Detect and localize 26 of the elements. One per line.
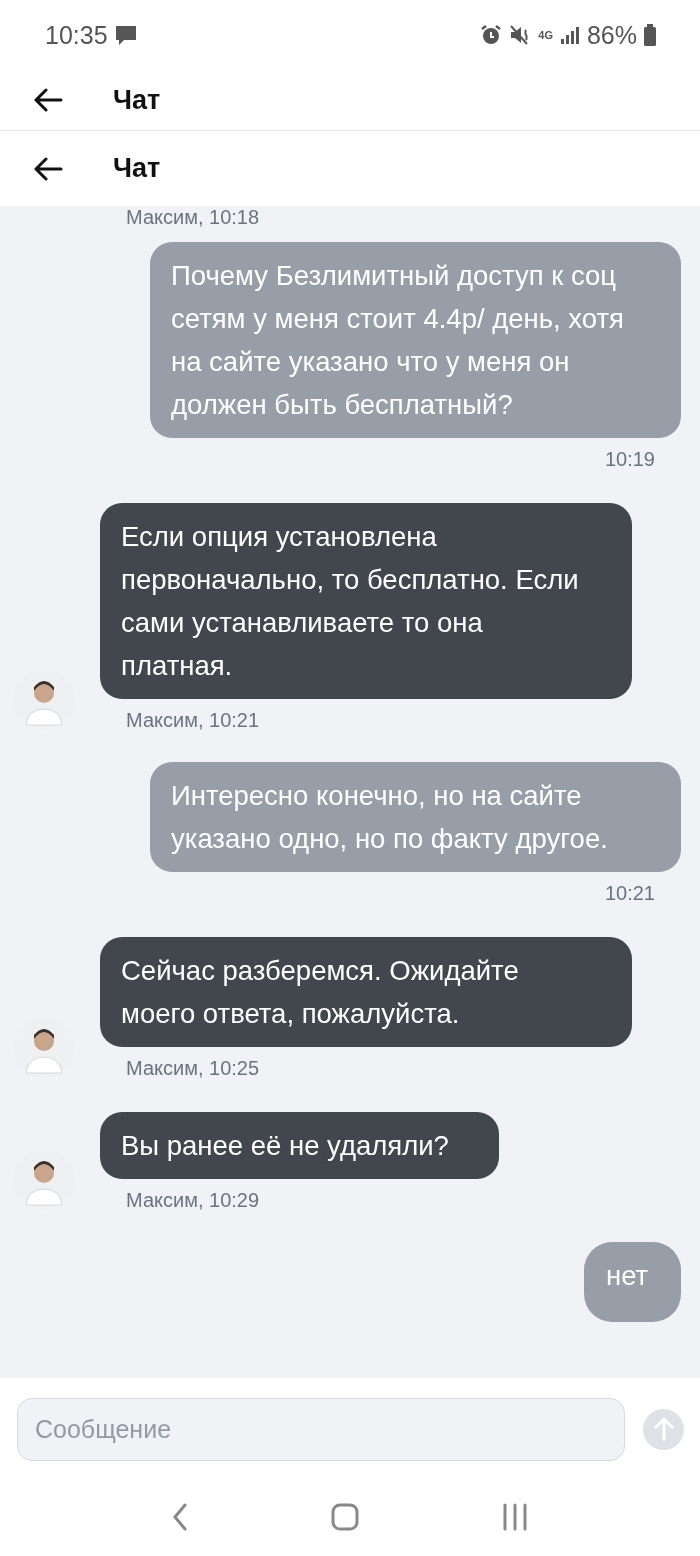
message-meta: Максим, 10:21: [126, 709, 261, 732]
message-bubble: Почему Безлимитный доступ к соц сетям у меня стоит 4.4р/ день, хотя на сайте указано что у меня он должен быть бесплатный?: [150, 242, 681, 438]
back-button[interactable]: [33, 156, 63, 181]
battery-icon: [644, 24, 656, 46]
message-bubble: Интересно конечно, но на сайте указано одно, но по факту другое.: [150, 762, 681, 872]
screen-title: Чат: [113, 153, 161, 184]
message-bubble: нет: [584, 1242, 681, 1322]
home-button[interactable]: [331, 1502, 359, 1534]
status-time: 10:35: [45, 20, 108, 50]
message-bubble: Вы ранее её не удаляли?: [100, 1112, 499, 1179]
screen-title: Чат: [113, 84, 161, 116]
back-button[interactable]: [33, 88, 63, 112]
battery-level: 86%: [586, 20, 637, 50]
message-meta: Максим, 10:25: [126, 1057, 261, 1080]
message-meta: Максим, 10:29: [126, 1189, 261, 1212]
alarm-icon: [480, 24, 503, 46]
signal-icon: [559, 25, 580, 45]
network-label: 4G: [538, 29, 553, 41]
message-input[interactable]: Сообщение: [17, 1397, 625, 1461]
message-meta: Максим, 10:18: [126, 206, 261, 230]
message-bubble: Сейчас разберемся. Ожидайте моего ответа, пожалуйста.: [100, 937, 632, 1047]
arrow-up-icon: [653, 1417, 674, 1441]
message-time: 10:19: [604, 448, 655, 471]
chat-bubble-icon: [114, 24, 137, 46]
message-bubble: Если опция установлена первоначально, то бесплатно. Если сами устанавливаете то она платная.: [100, 503, 632, 699]
message-time: 10:21: [604, 882, 655, 905]
